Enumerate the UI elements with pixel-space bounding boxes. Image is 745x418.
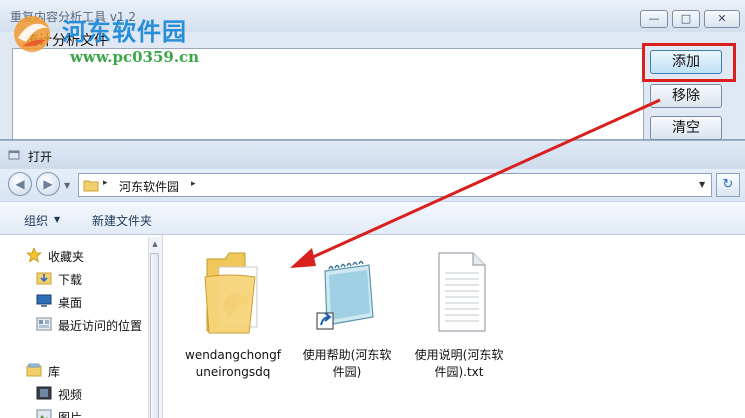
sidebar-item-label: 最近访问的位置 xyxy=(58,319,143,333)
file-content-pane: wendangchongf uneirongsdq 使用帮助(河东软 件园) 使… xyxy=(162,235,745,418)
remove-button[interactable]: 移除 xyxy=(650,84,722,108)
file-label-line: 使用说明(河东软 xyxy=(414,348,504,362)
file-label-line: 使用帮助(河东软 xyxy=(302,348,392,362)
refresh-button[interactable]: ↻ xyxy=(716,173,740,197)
close-icon: ✕ xyxy=(717,12,727,25)
file-label: 使用帮助(河东软 件园) xyxy=(297,347,397,381)
file-label: wendangchongf uneirongsdq xyxy=(183,347,283,381)
organize-menu[interactable]: 组织 xyxy=(24,212,48,229)
forward-arrow-icon: ▶ xyxy=(43,177,53,191)
address-row: ◀ ▶ ▼ ▸ 河东软件园 ▸ ▼ ↻ xyxy=(0,169,745,201)
minimize-button[interactable]: — xyxy=(640,10,668,28)
sidebar-item-label: 视频 xyxy=(58,388,83,402)
scrollbar-thumb[interactable] xyxy=(150,253,159,418)
tool-window: 重复内容分析工具 v1.2 — □ ✕ 统计分析文件 添加 移除 清空 河东软件… xyxy=(0,0,745,140)
breadcrumb-separator-icon[interactable]: ▸ xyxy=(103,178,108,188)
sidebar-item-label: 图片 xyxy=(58,411,83,418)
library-icon xyxy=(26,363,42,377)
chevron-down-icon[interactable]: ▼ xyxy=(54,215,60,224)
clear-button[interactable]: 清空 xyxy=(650,116,722,140)
maximize-icon: □ xyxy=(680,12,692,25)
video-icon xyxy=(36,386,52,400)
recent-places-icon xyxy=(36,317,52,331)
close-button[interactable]: ✕ xyxy=(704,10,740,28)
add-button-highlight xyxy=(642,43,736,82)
file-label-line: wendangchongf xyxy=(185,348,281,362)
download-folder-icon xyxy=(36,272,52,285)
file-label-line: 件园) xyxy=(332,365,362,379)
dialog-app-icon xyxy=(8,150,20,160)
watermark-url: www.pc0359.cn xyxy=(70,48,200,66)
refresh-icon: ↻ xyxy=(722,177,734,192)
back-button[interactable]: ◀ xyxy=(8,172,32,196)
file-label-line: 件园).txt xyxy=(434,365,484,379)
sidebar-item-label: 库 xyxy=(48,365,61,379)
maximize-button[interactable]: □ xyxy=(672,10,700,28)
dialog-toolbar: 组织 ▼ 新建文件夹 xyxy=(0,201,745,235)
forward-button[interactable]: ▶ xyxy=(36,172,60,196)
watermark-title: 河东软件园 xyxy=(62,18,187,46)
back-arrow-icon: ◀ xyxy=(15,177,25,191)
scroll-up-icon[interactable]: ▲ xyxy=(149,237,161,251)
desktop-icon xyxy=(36,294,52,307)
dialog-title: 打开 xyxy=(28,150,53,164)
navigation-scrollbar[interactable]: ▲ xyxy=(148,237,160,418)
new-folder-button[interactable]: 新建文件夹 xyxy=(92,212,152,229)
sidebar-item-label: 下载 xyxy=(58,273,83,287)
recent-pages-dropdown-icon[interactable]: ▼ xyxy=(64,181,70,190)
text-file-icon xyxy=(438,252,486,332)
file-label: 使用说明(河东软 件园).txt xyxy=(409,347,509,381)
screenshot-stage: 重复内容分析工具 v1.2 — □ ✕ 统计分析文件 添加 移除 清空 河东软件… xyxy=(0,0,745,418)
folder-icon xyxy=(83,180,99,192)
minimize-icon: — xyxy=(648,12,660,25)
sidebar-item-label: 收藏夹 xyxy=(48,250,85,264)
watermark-logo-icon xyxy=(14,16,50,52)
star-icon xyxy=(26,248,42,262)
address-bar[interactable]: ▸ 河东软件园 ▸ ▼ xyxy=(78,173,712,197)
folder-icon xyxy=(204,252,258,334)
notepad-shortcut-icon xyxy=(316,260,374,330)
breadcrumb-current-folder[interactable]: 河东软件园 xyxy=(119,178,179,195)
address-dropdown-icon[interactable]: ▼ xyxy=(699,180,705,189)
file-label-line: uneirongsdq xyxy=(195,365,271,379)
open-file-dialog: 打开 ◀ ▶ ▼ ▸ 河东软件园 ▸ ▼ ↻ 组织 ▼ 新建文件夹 收藏夹 下载… xyxy=(0,140,745,418)
dialog-titlebar: 打开 xyxy=(0,141,745,169)
navigation-pane: 收藏夹 下载 桌面 最近访问的位置 库 视频 图片 xyxy=(0,235,160,418)
breadcrumb-separator-icon[interactable]: ▸ xyxy=(191,179,196,189)
sidebar-item-label: 桌面 xyxy=(58,296,83,310)
pictures-icon xyxy=(36,409,52,418)
